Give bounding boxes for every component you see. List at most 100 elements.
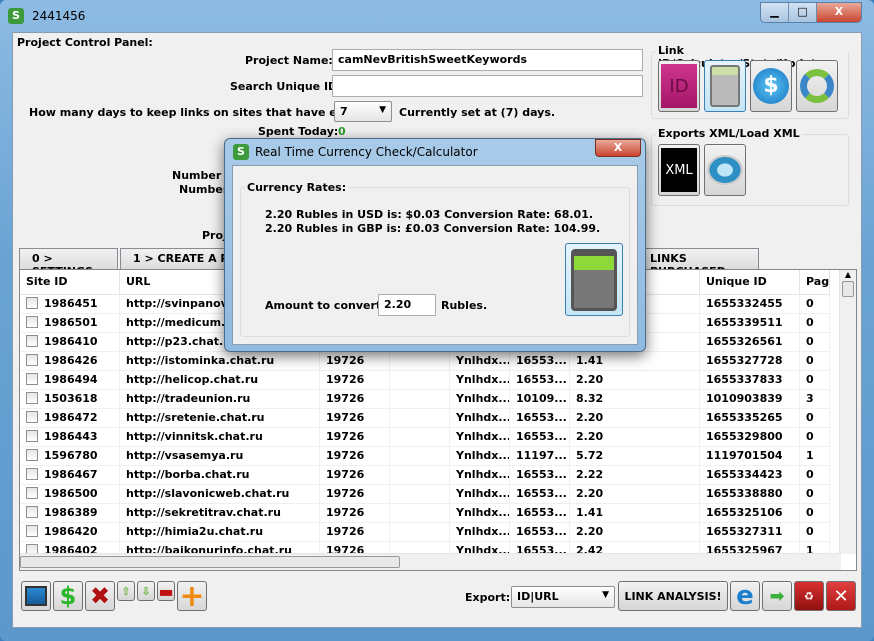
cell-text: http://vsasemya.ru (126, 449, 244, 462)
table-cell: http://sekretitrav.chat.ru (120, 504, 320, 522)
cell-text: 1655325106 (706, 506, 783, 519)
row-checkbox[interactable] (26, 525, 38, 537)
row-checkbox[interactable] (26, 411, 38, 423)
table-cell: 0 (800, 466, 830, 484)
row-checkbox[interactable] (26, 373, 38, 385)
chevron-down-icon: ▼ (379, 105, 386, 115)
search-unique-id-input[interactable] (332, 75, 643, 97)
export-xml-button[interactable]: XML (658, 144, 700, 196)
link-analysis-button[interactable]: LINK ANALYSIS! (618, 581, 728, 611)
load-xml-button[interactable] (704, 144, 746, 196)
close-button[interactable]: X (817, 3, 861, 22)
table-cell: 2.20 (570, 428, 700, 446)
cell-text: 0 (806, 487, 814, 500)
horizontal-scrollbar[interactable] (20, 553, 841, 570)
row-checkbox[interactable] (26, 468, 38, 480)
row-checkbox[interactable] (26, 354, 38, 366)
xml-group-title: Exports XML/Load XML (656, 127, 802, 140)
dollar-icon: $ (59, 582, 77, 610)
import-button[interactable] (21, 581, 51, 611)
exit-button[interactable]: ✕ (826, 581, 856, 611)
days-select[interactable]: 7 ▼ (334, 101, 392, 122)
vertical-scrollbar[interactable]: ▲ (839, 270, 856, 554)
browser-button[interactable]: e (730, 581, 760, 611)
table-cell: Ynlhdx... (450, 485, 510, 503)
table-row[interactable]: 1986426 http://istominka.chat.ru 19726 Ynlh… (20, 352, 830, 371)
link-id-button[interactable]: ID (658, 60, 700, 112)
export-file-button[interactable]: ➡ (762, 581, 792, 611)
move-up-button[interactable]: ⇧ (117, 581, 135, 601)
close-icon: ✕ (833, 585, 849, 607)
tab-links-purchased[interactable]: LINKS PURCHASED (637, 248, 759, 278)
row-checkbox[interactable] (26, 487, 38, 499)
cell-text: 2.20 (576, 430, 604, 443)
row-checkbox[interactable] (26, 430, 38, 442)
column-header[interactable]: Unique ID (700, 270, 800, 295)
table-cell: 19726 (320, 390, 390, 408)
project-name-label: Project Name: (245, 54, 333, 67)
table-cell: 1655338880 (700, 485, 800, 503)
move-down-button[interactable]: ⇩ (137, 581, 155, 601)
table-cell: 2.22 (570, 466, 700, 484)
recycle-button[interactable]: ♻ (794, 581, 824, 611)
add-button[interactable]: + (177, 579, 207, 614)
scroll-up-icon[interactable]: ▲ (840, 270, 856, 279)
table-row[interactable]: 1986472 http://sretenie.chat.ru 19726 Ynlhd… (20, 409, 830, 428)
scroll-thumb[interactable] (842, 281, 854, 297)
table-row[interactable]: 1986420 http://himia2u.chat.ru 19726 Ynlhdx… (20, 523, 830, 542)
table-row[interactable]: 1503618 http://tradeunion.ru 19726 Ynlhdx..… (20, 390, 830, 409)
hscroll-thumb[interactable] (20, 556, 400, 568)
table-cell: 1986420 (20, 523, 120, 541)
cell-text: 1655332455 (706, 297, 783, 310)
export-select[interactable]: ID|URL ▼ (511, 586, 615, 608)
maximize-button[interactable]: □ (789, 3, 817, 22)
column-header[interactable]: Page (800, 270, 830, 295)
table-row[interactable]: 1986467 http://borba.chat.ru 19726 Ynlhdx..… (20, 466, 830, 485)
row-checkbox[interactable] (26, 335, 38, 347)
cell-text: 19726 (326, 487, 365, 500)
table-row[interactable]: 1986494 http://helicop.chat.ru 19726 Ynlhdx… (20, 371, 830, 390)
table-row[interactable]: 1596780 http://vsasemya.ru 19726 Ynlhdx... 1… (20, 447, 830, 466)
cell-text: 1596780 (44, 449, 98, 462)
table-row[interactable]: 1986500 http://slavonicweb.chat.ru 19726 Yn… (20, 485, 830, 504)
project-name-input[interactable]: camNevBritishSweetKeywords (332, 49, 643, 71)
table-cell: 2.20 (570, 371, 700, 389)
update-button[interactable] (796, 60, 838, 112)
amount-input[interactable]: 2.20 (378, 294, 436, 316)
table-cell: 0 (800, 314, 830, 332)
table-cell (390, 504, 450, 522)
delete-button[interactable]: ✖ (85, 581, 115, 611)
dialog-close-button[interactable]: X (595, 139, 641, 157)
row-checkbox[interactable] (26, 506, 38, 518)
recycle-bin-icon: ♻ (804, 589, 814, 603)
remove-button[interactable]: ▬ (157, 581, 175, 601)
table-cell: 1655327728 (700, 352, 800, 370)
table-cell: 2.20 (570, 485, 700, 503)
cell-text: 1655334423 (706, 468, 783, 481)
table-cell (390, 409, 450, 427)
row-checkbox[interactable] (26, 392, 38, 404)
table-cell: 19726 (320, 523, 390, 541)
calculator-button[interactable] (704, 60, 746, 112)
row-checkbox[interactable] (26, 449, 38, 461)
cell-text: 16553... (516, 411, 567, 424)
row-checkbox[interactable] (26, 297, 38, 309)
table-row[interactable]: 1986389 http://sekretitrav.chat.ru 19726 Yn… (20, 504, 830, 523)
calculate-button[interactable] (565, 243, 623, 316)
cell-text: Ynlhdx... (456, 373, 510, 386)
row-checkbox[interactable] (26, 316, 38, 328)
dollar-button[interactable]: $ (53, 581, 83, 611)
column-header[interactable]: Site ID (20, 270, 120, 295)
window-title: 2441456 (32, 9, 86, 23)
table-row[interactable]: 1986443 http://vinnitsk.chat.ru 19726 Ynlhd… (20, 428, 830, 447)
table-cell: 0 (800, 485, 830, 503)
minimize-button[interactable]: ▁ (761, 3, 789, 22)
table-cell: Ynlhdx... (450, 371, 510, 389)
table-cell: 2.20 (570, 409, 700, 427)
table-cell: 1986472 (20, 409, 120, 427)
tab-settings[interactable]: 0 > SETTINGS (19, 248, 118, 278)
currency-rates-group: Currency Rates: 2.20 Rubles in USD is: $… (240, 181, 630, 337)
stats-button[interactable]: $ (750, 60, 792, 112)
cell-text: http://istominka.chat.ru (126, 354, 275, 367)
cell-text: 19726 (326, 392, 365, 405)
